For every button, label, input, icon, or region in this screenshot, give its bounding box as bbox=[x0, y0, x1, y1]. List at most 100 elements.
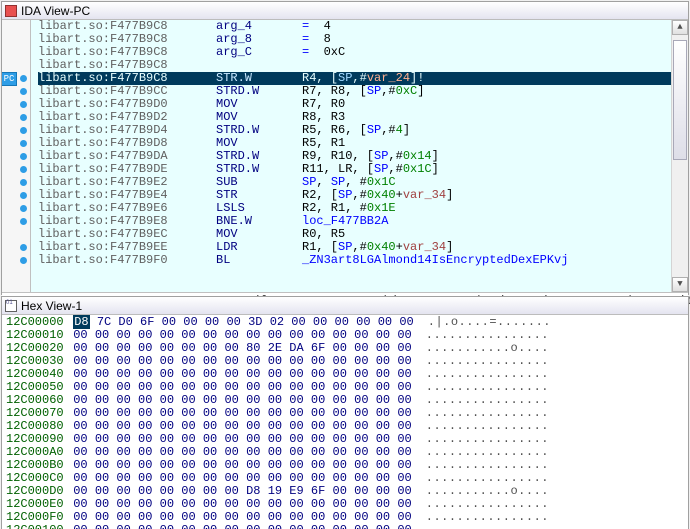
hex-byte[interactable]: 00 bbox=[95, 341, 109, 355]
hex-byte[interactable]: 00 bbox=[138, 484, 152, 498]
hex-byte[interactable]: 00 bbox=[95, 354, 109, 368]
hex-byte[interactable]: 00 bbox=[246, 497, 260, 511]
hex-byte[interactable]: 00 bbox=[376, 432, 390, 446]
hex-byte[interactable]: 00 bbox=[95, 510, 109, 524]
breakpoint-dot[interactable] bbox=[20, 205, 27, 212]
hex-byte[interactable]: 00 bbox=[138, 510, 152, 524]
hex-byte[interactable]: 00 bbox=[73, 510, 87, 524]
hex-byte[interactable]: 00 bbox=[268, 354, 282, 368]
hex-byte[interactable]: 00 bbox=[224, 419, 238, 433]
hex-byte[interactable]: 00 bbox=[333, 497, 347, 511]
disasm-line[interactable]: libart.so:F477B9F0BL_ZN3art8LGAlmond14Is… bbox=[38, 254, 688, 267]
hex-byte[interactable]: 00 bbox=[116, 406, 130, 420]
hex-byte[interactable]: 00 bbox=[311, 367, 325, 381]
hex-byte[interactable]: 00 bbox=[376, 406, 390, 420]
hex-byte[interactable]: 00 bbox=[378, 315, 392, 329]
breakpoint-dot[interactable] bbox=[20, 114, 27, 121]
hex-byte[interactable]: 00 bbox=[268, 497, 282, 511]
hex-byte[interactable]: 00 bbox=[289, 497, 303, 511]
hex-byte[interactable]: 00 bbox=[73, 432, 87, 446]
hex-byte[interactable]: 00 bbox=[268, 432, 282, 446]
hex-byte[interactable]: 00 bbox=[183, 315, 197, 329]
hex-byte[interactable]: 00 bbox=[311, 406, 325, 420]
hex-byte[interactable]: 00 bbox=[138, 393, 152, 407]
hex-byte[interactable]: 00 bbox=[203, 458, 217, 472]
hex-byte[interactable]: 00 bbox=[203, 354, 217, 368]
hex-dump[interactable]: 12C00000 D8 7C D0 6F 00 00 00 00 3D 02 0… bbox=[2, 315, 688, 529]
hex-byte[interactable]: D8 bbox=[246, 484, 260, 498]
hex-byte[interactable]: 00 bbox=[73, 354, 87, 368]
hex-byte[interactable]: 00 bbox=[181, 380, 195, 394]
hex-byte[interactable]: 00 bbox=[311, 393, 325, 407]
hex-byte[interactable]: 00 bbox=[116, 354, 130, 368]
hex-byte[interactable]: 00 bbox=[397, 497, 411, 511]
hex-byte[interactable]: 00 bbox=[397, 484, 411, 498]
hex-byte[interactable]: 00 bbox=[397, 510, 411, 524]
hex-byte[interactable]: 00 bbox=[376, 367, 390, 381]
hex-byte[interactable]: 00 bbox=[311, 510, 325, 524]
hex-byte[interactable]: 00 bbox=[138, 367, 152, 381]
hex-byte[interactable]: 00 bbox=[116, 471, 130, 485]
hex-byte[interactable]: 00 bbox=[224, 523, 238, 529]
hex-byte[interactable]: 00 bbox=[333, 367, 347, 381]
hex-byte[interactable]: 00 bbox=[95, 328, 109, 342]
hex-byte[interactable]: 00 bbox=[138, 445, 152, 459]
hex-byte[interactable]: 00 bbox=[354, 367, 368, 381]
hex-byte[interactable]: 00 bbox=[268, 523, 282, 529]
hex-byte[interactable]: 00 bbox=[95, 432, 109, 446]
hex-byte[interactable]: 00 bbox=[73, 406, 87, 420]
hex-byte[interactable]: 00 bbox=[311, 471, 325, 485]
hex-byte[interactable]: 00 bbox=[203, 471, 217, 485]
hex-byte[interactable]: 00 bbox=[160, 393, 174, 407]
hex-byte[interactable]: 00 bbox=[311, 328, 325, 342]
hex-byte[interactable]: 00 bbox=[399, 315, 413, 329]
hex-byte[interactable]: 00 bbox=[397, 419, 411, 433]
breakpoint-dot[interactable] bbox=[20, 153, 27, 160]
scroll-thumb[interactable] bbox=[673, 40, 687, 160]
hex-byte[interactable]: 00 bbox=[160, 510, 174, 524]
hex-byte[interactable]: DA bbox=[289, 341, 303, 355]
hex-byte[interactable]: 00 bbox=[116, 445, 130, 459]
hex-byte[interactable]: 00 bbox=[224, 406, 238, 420]
breakpoint-dot[interactable] bbox=[20, 166, 27, 173]
hex-byte[interactable]: 00 bbox=[376, 497, 390, 511]
hex-byte[interactable]: 00 bbox=[311, 458, 325, 472]
hex-byte[interactable]: 00 bbox=[311, 497, 325, 511]
hex-byte[interactable]: 00 bbox=[160, 497, 174, 511]
hex-byte[interactable]: 00 bbox=[246, 367, 260, 381]
hex-byte[interactable]: 00 bbox=[246, 510, 260, 524]
hex-byte[interactable]: E9 bbox=[289, 484, 303, 498]
hex-byte[interactable]: 00 bbox=[160, 354, 174, 368]
hex-byte[interactable]: 00 bbox=[224, 445, 238, 459]
hex-byte[interactable]: 00 bbox=[246, 445, 260, 459]
hex-byte[interactable]: 00 bbox=[138, 419, 152, 433]
hex-byte[interactable]: 00 bbox=[289, 380, 303, 394]
hex-byte[interactable]: 00 bbox=[116, 341, 130, 355]
hex-byte[interactable]: 00 bbox=[397, 328, 411, 342]
hex-byte[interactable]: 00 bbox=[181, 419, 195, 433]
hex-byte[interactable]: 00 bbox=[376, 471, 390, 485]
hex-byte[interactable]: 00 bbox=[311, 445, 325, 459]
hex-byte[interactable]: 00 bbox=[224, 471, 238, 485]
hex-byte[interactable]: 00 bbox=[95, 393, 109, 407]
hex-byte[interactable]: 00 bbox=[354, 393, 368, 407]
hex-byte[interactable]: 00 bbox=[376, 354, 390, 368]
hex-byte[interactable]: 00 bbox=[203, 419, 217, 433]
hex-byte[interactable]: 00 bbox=[354, 432, 368, 446]
hex-byte[interactable]: 00 bbox=[181, 471, 195, 485]
hex-byte[interactable]: 00 bbox=[73, 497, 87, 511]
breakpoint-dot[interactable] bbox=[20, 75, 27, 82]
hex-byte[interactable]: 00 bbox=[138, 328, 152, 342]
hex-byte[interactable]: 00 bbox=[116, 458, 130, 472]
hex-byte[interactable]: 00 bbox=[268, 471, 282, 485]
hex-byte[interactable]: 00 bbox=[116, 328, 130, 342]
hex-byte[interactable]: 00 bbox=[354, 354, 368, 368]
hex-byte[interactable]: 00 bbox=[376, 328, 390, 342]
hex-byte[interactable]: 00 bbox=[116, 510, 130, 524]
hex-byte[interactable]: 00 bbox=[333, 341, 347, 355]
hex-byte[interactable]: 7C bbox=[97, 315, 111, 329]
hex-byte[interactable]: 00 bbox=[95, 406, 109, 420]
hex-byte[interactable]: 00 bbox=[354, 523, 368, 529]
breakpoint-dot[interactable] bbox=[20, 257, 27, 264]
hex-byte[interactable]: 00 bbox=[181, 458, 195, 472]
